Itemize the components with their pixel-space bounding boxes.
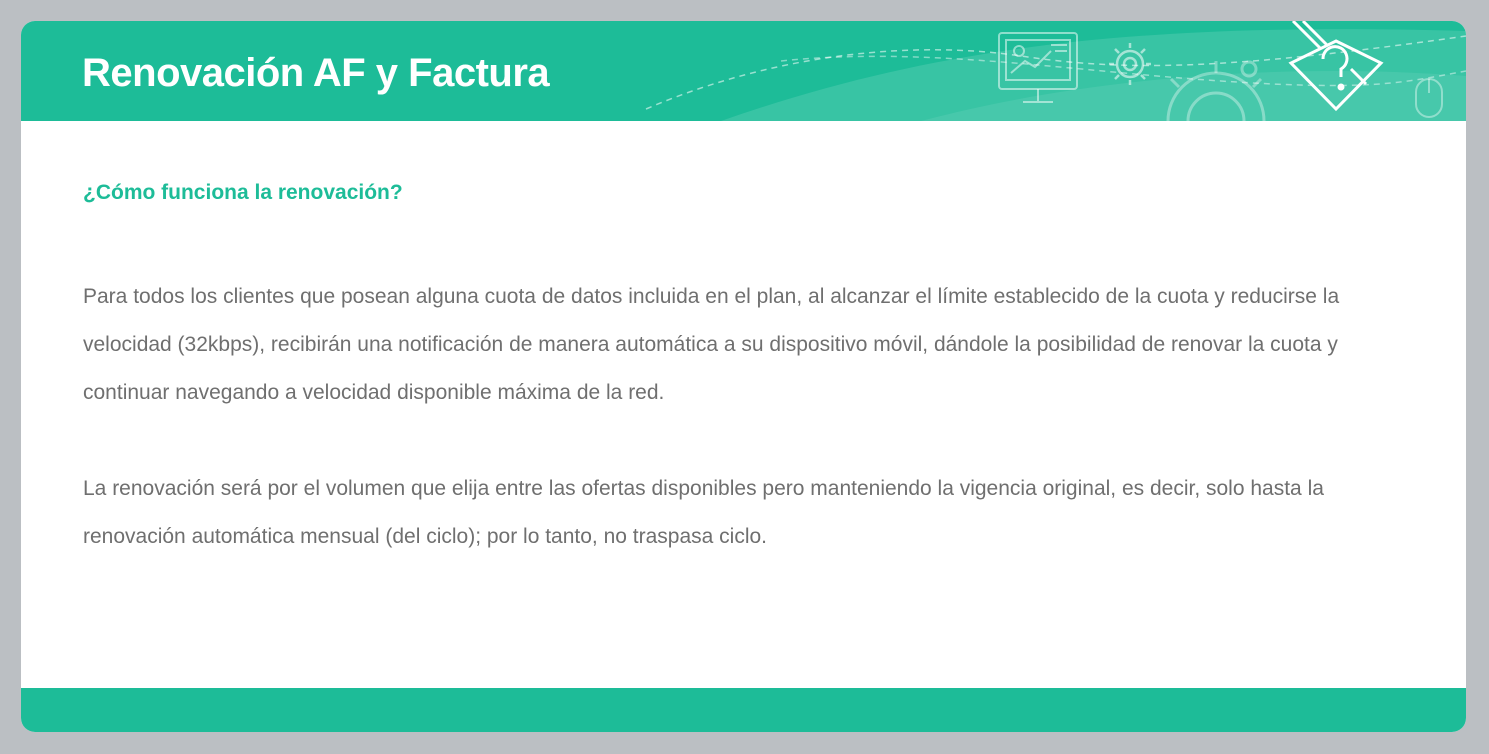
footer-bar [21, 688, 1466, 732]
page-title: Renovación AF y Factura [82, 51, 550, 95]
paragraph-renewal-notification: Para todos los clientes que posean algun… [83, 285, 1340, 404]
content-section: ¿Cómo funciona la renovación? Para todos… [83, 177, 1363, 561]
info-card: Renovación AF y Factura ¿Cómo funciona l… [21, 21, 1466, 732]
paragraph-renewal-volume: La renovación será por el volumen que el… [83, 477, 1324, 548]
section-question: ¿Cómo funciona la renovación? [83, 181, 403, 204]
header-banner: Renovación AF y Factura [21, 21, 1466, 121]
